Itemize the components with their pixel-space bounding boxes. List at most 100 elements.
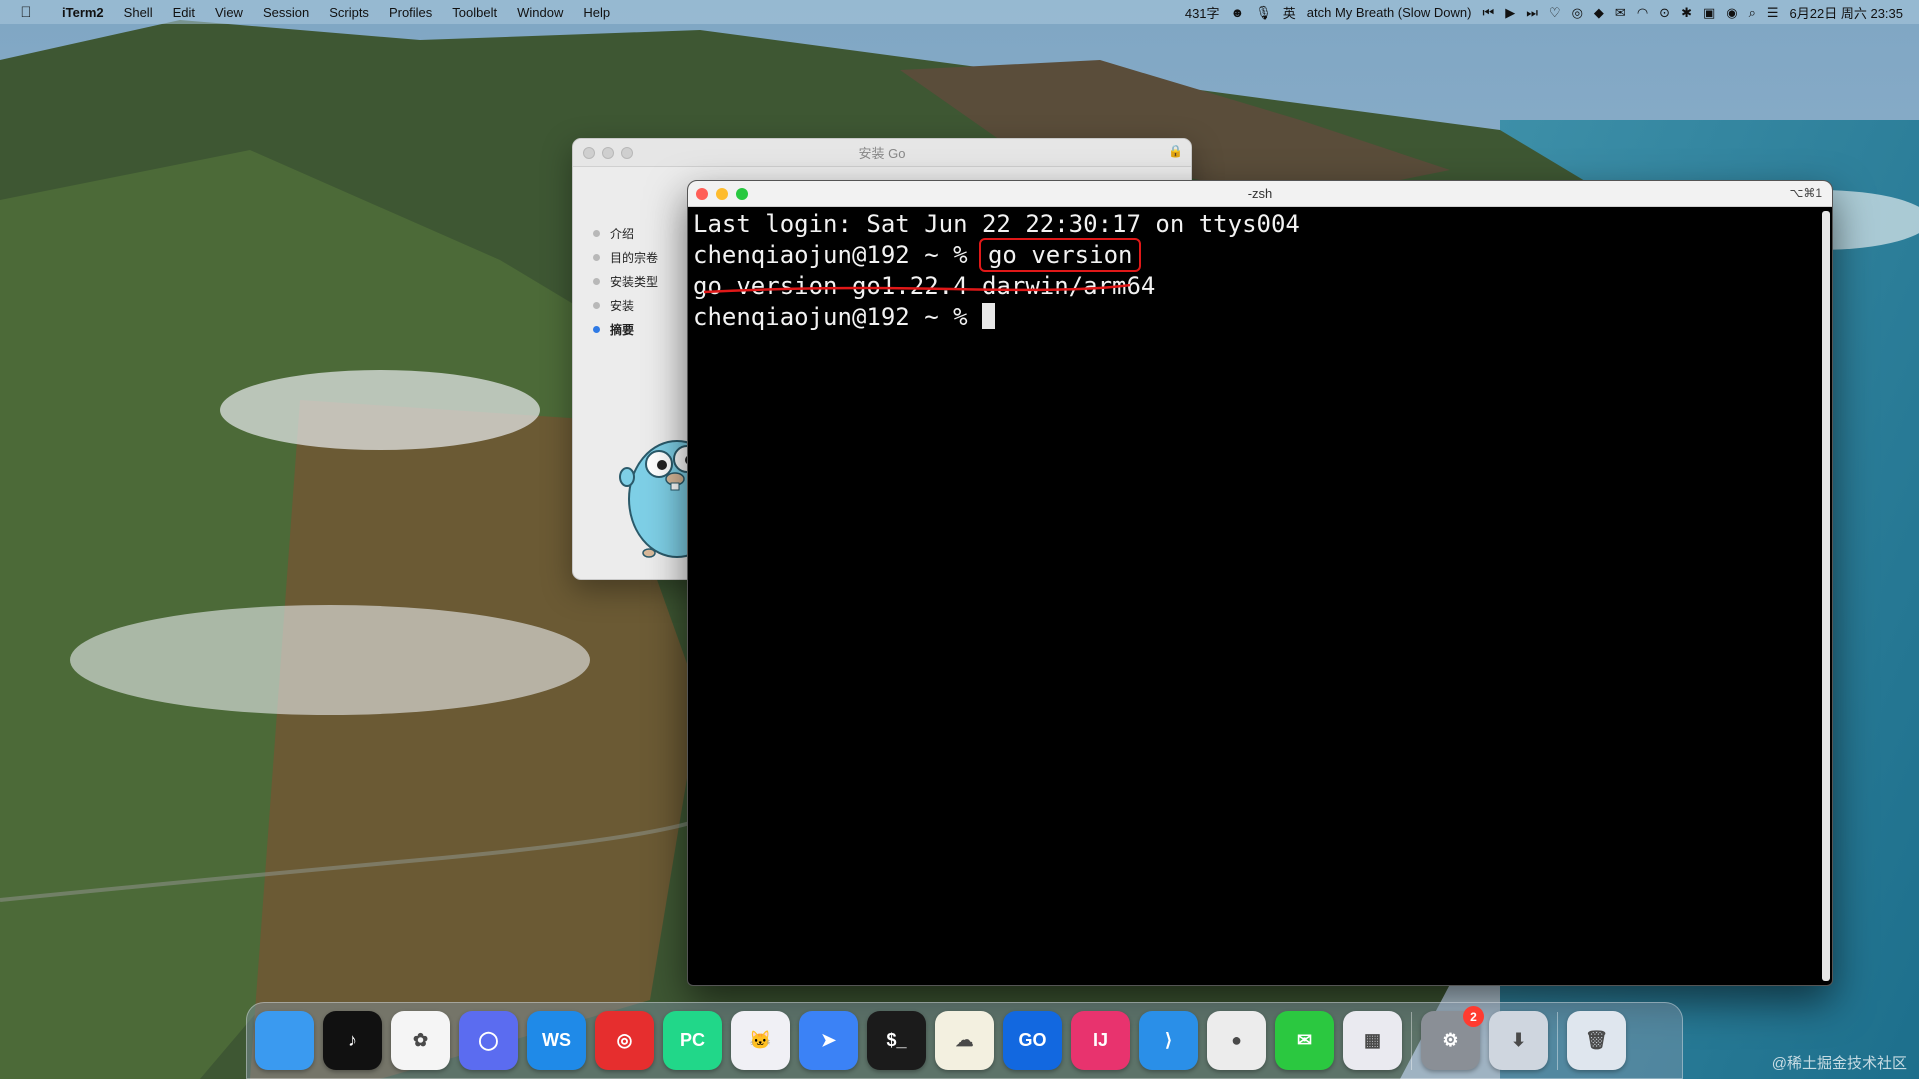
step-label: 安装类型 (610, 274, 659, 289)
dock-icon-glyph: 🗑 (1585, 1030, 1608, 1050)
dock-icon-glyph: ✉ (1296, 1030, 1313, 1050)
dock-icon-glyph: $_ (886, 1030, 907, 1050)
dock-icon-glyph: ◎ (616, 1030, 633, 1050)
dock-webstorm-icon[interactable]: WS (527, 1011, 586, 1070)
dock-trash-icon[interactable]: 🗑 (1567, 1011, 1626, 1070)
status-area: 431字 ☻ 🎙 英 atch My Breath (Slow Down) ⏮ … (1185, 3, 1919, 22)
step-install: 安装 (593, 293, 658, 317)
dock-icon-glyph: ♪ (348, 1030, 357, 1050)
step-label: 摘要 (610, 322, 635, 337)
step-dot (593, 253, 600, 261)
dock-system-settings-icon[interactable]: ⚙ 2 (1421, 1006, 1484, 1070)
dock-separator (1411, 1011, 1412, 1070)
terminal-minimize-button[interactable] (716, 188, 728, 200)
dock-icon-glyph: ◯ (478, 1030, 499, 1050)
media-icon[interactable]: ⊙ (1659, 6, 1670, 19)
dock-tiktok-icon[interactable]: ♪ (323, 1011, 382, 1070)
now-playing-title[interactable]: atch My Breath (Slow Down) (1307, 5, 1472, 20)
dock-finder-icon[interactable] (255, 1011, 314, 1070)
dock-app-8-icon[interactable]: 🐱 (731, 1011, 790, 1070)
wechat-icon[interactable]: ✉ (1615, 6, 1626, 19)
terminal-output[interactable]: Last login: Sat Jun 22 22:30:17 on ttys0… (688, 207, 1832, 335)
netease-icon[interactable]: ◎ (1572, 6, 1583, 19)
clock[interactable]: 6月22日 周六 23:35 (1790, 3, 1903, 22)
step-dot-active (593, 325, 600, 333)
dock-wechat-icon[interactable]: ✉ (1275, 1011, 1334, 1070)
input-method[interactable]: 英 (1283, 3, 1296, 22)
dock-icon-glyph: GO (1018, 1030, 1047, 1050)
play-icon[interactable]: ▶ (1505, 6, 1515, 19)
terminal-titlebar[interactable]: -zsh ⌥⌘1 (688, 181, 1832, 207)
menu-help[interactable]: Help (573, 5, 620, 20)
installer-close-button[interactable] (583, 147, 595, 159)
dock-icon-glyph: PC (679, 1030, 705, 1050)
dock-icon-glyph: ⟩ (1164, 1030, 1173, 1050)
dock-icon-glyph: 🐱 (749, 1030, 772, 1050)
menu-edit[interactable]: Edit (163, 5, 205, 20)
dock-app-4-icon[interactable]: ◯ (459, 1011, 518, 1070)
dock-icon-glyph: ☁ (955, 1030, 974, 1050)
step-label: 安装 (610, 298, 635, 313)
menu-toolbelt[interactable]: Toolbelt (442, 5, 507, 20)
prompt: chenqiaojun@192 ~ % (693, 303, 982, 331)
installer-minimize-button[interactable] (602, 147, 614, 159)
command-line: chenqiaojun@192 ~ % go version (693, 238, 1827, 272)
terminal-close-button[interactable] (696, 188, 708, 200)
menu-window[interactable]: Window (507, 5, 573, 20)
dock-downloads-icon[interactable]: ⬇ (1489, 1011, 1548, 1070)
dock-icon-glyph: ● (1231, 1030, 1242, 1050)
smiley-icon[interactable]: ☻ (1231, 6, 1245, 19)
bookmark-icon[interactable]: ◆ (1594, 6, 1604, 19)
terminal-title: -zsh (1247, 186, 1273, 201)
step-label: 介绍 (610, 226, 635, 241)
menu-shell[interactable]: Shell (114, 5, 163, 20)
step-dot (593, 229, 600, 237)
apple-menu-icon[interactable]:  (0, 4, 52, 21)
dock-launchpad-icon[interactable]: ▦ (1343, 1011, 1402, 1070)
installer-title: 安装 Go (858, 146, 906, 161)
dock-intellij-icon[interactable]: IJ (1071, 1011, 1130, 1070)
notification-badge: 2 (1463, 1006, 1484, 1027)
dock-icon-glyph: ✿ (412, 1030, 429, 1050)
installer-zoom-button[interactable] (621, 147, 633, 159)
dock-app-9-icon[interactable]: ➤ (799, 1011, 858, 1070)
dock-app-3-icon[interactable]: ✿ (391, 1011, 450, 1070)
watermark: @稀土掘金技术社区 (1771, 1055, 1907, 1072)
dock-netease-music-icon[interactable]: ◎ (595, 1011, 654, 1070)
microphone-icon[interactable]: 🎙 (1255, 6, 1272, 19)
dock-app-11-icon[interactable]: ☁ (935, 1011, 994, 1070)
menu-profiles[interactable]: Profiles (379, 5, 442, 20)
step-summary: 摘要 (593, 317, 658, 341)
terminal-shortcut: ⌥⌘1 (1789, 186, 1822, 200)
next-track-icon[interactable]: ⏭ (1526, 6, 1538, 19)
search-icon[interactable]: ⌕ (1749, 6, 1756, 19)
menu-view[interactable]: View (205, 5, 253, 20)
control-center-icon[interactable]: ☰ (1767, 6, 1779, 19)
terminal-scrollbar[interactable] (1822, 211, 1830, 981)
heart-icon[interactable]: ♡ (1549, 6, 1561, 19)
word-count[interactable]: 431字 (1185, 3, 1220, 22)
dock-pycharm-icon[interactable]: PC (663, 1011, 722, 1070)
activity-icon[interactable]: ◠ (1637, 6, 1648, 19)
dock-icon-glyph: ⬇ (1510, 1030, 1527, 1050)
dock-chrome-icon[interactable]: ● (1207, 1011, 1266, 1070)
previous-track-icon[interactable]: ⏮ (1483, 6, 1495, 19)
menu-session[interactable]: Session (253, 5, 319, 20)
menu-app-name[interactable]: iTerm2 (52, 5, 114, 20)
menu-scripts[interactable]: Scripts (319, 5, 379, 20)
terminal-zoom-button[interactable] (736, 188, 748, 200)
bluetooth-icon[interactable]: ✱ (1681, 6, 1692, 19)
dock-separator (1557, 1011, 1558, 1070)
lock-icon[interactable]: 🔒 (1168, 144, 1183, 158)
dock-icon-glyph: ⚙ (1442, 1030, 1459, 1050)
installer-titlebar[interactable]: 安装 Go 🔒 (573, 139, 1191, 167)
dock-vscode-icon[interactable]: ⟩ (1139, 1011, 1198, 1070)
highlighted-command: go version (978, 238, 1142, 272)
dock-terminal-icon[interactable]: $_ (867, 1011, 926, 1070)
dock-icon-glyph: ▦ (1363, 1030, 1381, 1050)
terminal-window-controls (696, 188, 748, 200)
dock-goland-icon[interactable]: GO (1003, 1011, 1062, 1070)
dock-icon-glyph: WS (542, 1030, 571, 1050)
wifi-icon[interactable]: ◉ (1726, 6, 1737, 19)
app-status-icon[interactable]: ▣ (1703, 6, 1715, 19)
